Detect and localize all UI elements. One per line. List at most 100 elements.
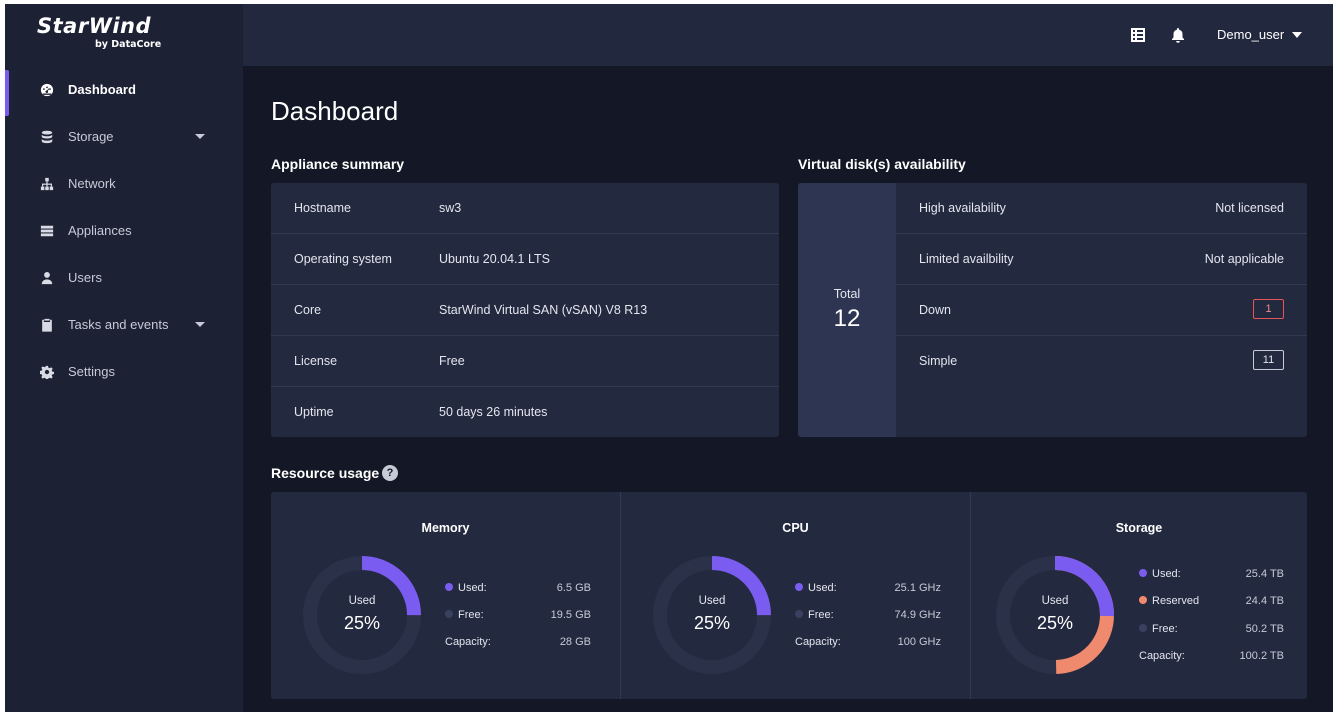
legend-label: Capacity:: [1139, 650, 1185, 662]
legend-value: 25.4 TB: [1245, 568, 1284, 580]
summary-row-operating-system: Operating system Ubuntu 20.04.1 LTS: [271, 234, 779, 285]
legend-value: 25.1 GHz: [894, 582, 941, 594]
legend-value: 19.5 GB: [550, 609, 591, 621]
list-icon[interactable]: [1130, 27, 1146, 43]
cpu-panel: CPU Used 25% Used: 25.1 GHz Free: 74.9 G…: [620, 492, 970, 699]
storage-panel: Storage Used 25% Used: 25.4 TB Reserved …: [970, 492, 1307, 699]
legend-value: 74.9 GHz: [894, 609, 941, 621]
legend-used: Used:: [795, 582, 837, 596]
legend-value: 50.2 TB: [1245, 623, 1284, 635]
legend-value: 100.2 TB: [1239, 650, 1284, 662]
summary-key: Hostname: [294, 201, 351, 215]
sidebar-item-label: Storage: [68, 129, 114, 144]
vdisk-row-down[interactable]: Down 1: [896, 285, 1307, 336]
summary-value: Free: [439, 354, 465, 368]
donut-label: Used: [698, 595, 726, 607]
reserved-dot-icon: [1139, 596, 1147, 604]
sidebar-item-users[interactable]: Users: [5, 254, 243, 301]
legend-label: Used:: [458, 582, 487, 594]
sidebar-item-label: Appliances: [68, 223, 132, 238]
free-dot-icon: [795, 610, 803, 618]
summary-key: License: [294, 354, 338, 368]
summary-row-hostname: Hostname sw3: [271, 183, 779, 234]
chevron-down-icon[interactable]: [195, 322, 205, 327]
legend-value: 24.4 TB: [1245, 595, 1284, 607]
resource-usage-card: Memory Used 25% Used: 6.5 GB Free: 19.5 …: [271, 492, 1307, 699]
used-dot-icon: [795, 583, 803, 591]
free-dot-icon: [445, 610, 453, 618]
appliance-summary-title: Appliance summary: [271, 156, 405, 172]
panel-title: CPU: [782, 521, 809, 535]
resource-usage-title: Resource usage: [271, 465, 380, 481]
cpu-donut: Used 25%: [652, 555, 772, 675]
sidebar-item-label: Tasks and events: [68, 317, 169, 332]
donut-percent: 25%: [693, 613, 731, 633]
vdisk-row-simple[interactable]: Simple 11: [896, 336, 1307, 387]
vdisk-key: Down: [919, 303, 951, 317]
summary-value: StarWind Virtual SAN (vSAN) V8 R13: [439, 303, 648, 317]
logo-subtext: by DataCore: [95, 39, 162, 50]
legend-used: Used:: [1139, 568, 1181, 582]
summary-value: 50 days 26 minutes: [439, 405, 548, 419]
gear-icon: [40, 365, 54, 379]
sidebar-item-settings[interactable]: Settings: [5, 348, 243, 395]
summary-value: Ubuntu 20.04.1 LTS: [439, 252, 550, 266]
sidebar-item-label: Settings: [68, 364, 115, 379]
page-title: Dashboard: [271, 96, 399, 126]
top-header: Demo_user: [243, 4, 1333, 66]
summary-row-core: Core StarWind Virtual SAN (vSAN) V8 R13: [271, 285, 779, 336]
legend-label: Used:: [808, 582, 837, 594]
dashboard-icon: [40, 83, 54, 97]
vdisk-key: Simple: [919, 354, 958, 368]
user-menu[interactable]: Demo_user: [1217, 27, 1303, 42]
legend-capacity: Capacity:: [795, 636, 841, 650]
used-dot-icon: [1139, 569, 1147, 577]
chevron-down-icon: [1292, 31, 1303, 38]
summary-key: Operating system: [294, 252, 392, 266]
legend-label: Free:: [808, 609, 834, 621]
sidebar-item-tasks-and-events[interactable]: Tasks and events: [5, 301, 243, 348]
legend-label: Capacity:: [445, 636, 491, 648]
vdisk-key: High availability: [919, 201, 1006, 215]
summary-row-uptime: Uptime 50 days 26 minutes: [271, 387, 779, 437]
legend-label: Reserved: [1152, 595, 1200, 607]
legend-free: Free:: [1139, 623, 1178, 637]
legend-value: 100 GHz: [897, 636, 941, 648]
virtual-disk-availability-title: Virtual disk(s) availability: [798, 156, 966, 172]
legend-label: Capacity:: [795, 636, 841, 648]
summary-value: sw3: [439, 201, 462, 215]
summary-key: Uptime: [294, 405, 334, 419]
logo-text: StarWind: [37, 14, 152, 38]
database-icon: [40, 130, 54, 144]
user-icon: [40, 271, 54, 285]
sidebar-item-storage[interactable]: Storage: [5, 113, 243, 160]
donut-label: Used: [348, 595, 376, 607]
sidebar-item-label: Network: [68, 176, 116, 191]
summary-row-license: License Free: [271, 336, 779, 387]
sidebar-item-appliances[interactable]: Appliances: [5, 207, 243, 254]
sidebar-item-network[interactable]: Network: [5, 160, 243, 207]
vdisk-value: Not licensed: [1215, 201, 1284, 215]
legend-capacity: Capacity:: [1139, 650, 1185, 664]
donut-percent: 25%: [343, 613, 381, 633]
virtual-disk-availability-card: Total 12 High availability Not licensed …: [798, 183, 1307, 437]
vdisk-row-limited-availability: Limited availbility Not applicable: [896, 234, 1307, 285]
legend-free: Free:: [445, 609, 484, 623]
total-label: Total: [833, 287, 861, 301]
legend-label: Used:: [1152, 568, 1181, 580]
chevron-down-icon[interactable]: [195, 134, 205, 139]
legend-label: Free:: [1152, 623, 1178, 635]
sidebar-item-label: Dashboard: [68, 82, 136, 97]
sidebar-item-dashboard[interactable]: Dashboard: [5, 66, 243, 116]
server-icon: [40, 224, 54, 238]
panel-title: Memory: [421, 521, 470, 535]
user-name: Demo_user: [1217, 27, 1285, 42]
bell-icon[interactable]: [1170, 27, 1186, 43]
simple-count-badge[interactable]: 11: [1253, 350, 1284, 370]
help-icon[interactable]: ?: [382, 465, 398, 481]
starwind-logo[interactable]: StarWind by DataCore: [37, 14, 167, 54]
down-count-badge[interactable]: 1: [1253, 299, 1284, 319]
storage-donut: Used 25%: [995, 555, 1115, 675]
vdisk-value: Not applicable: [1204, 252, 1284, 266]
app-window: StarWind by DataCore Dashboard Storage N…: [5, 4, 1333, 712]
